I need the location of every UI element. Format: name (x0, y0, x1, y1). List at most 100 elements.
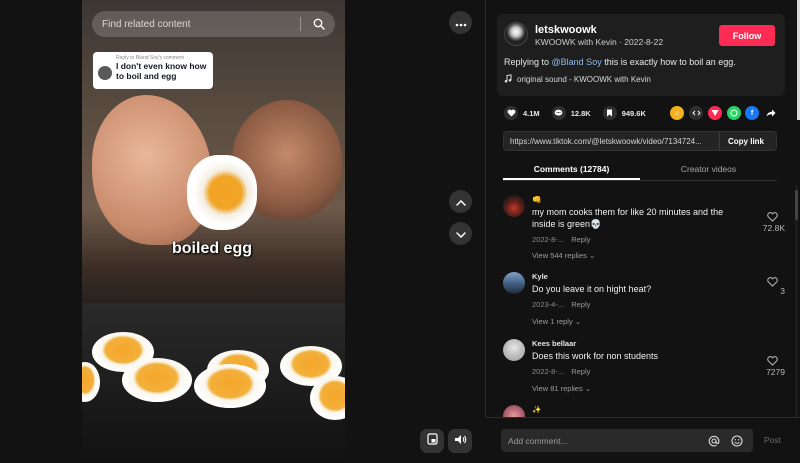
share-link-url[interactable]: https://www.tiktok.com/@letskwoowk/video… (504, 137, 719, 146)
video-caption: boiled egg (172, 240, 252, 257)
volume-icon (454, 432, 467, 450)
panel-tabs: Comments (12784) Creator videos (503, 160, 777, 181)
facebook-share-icon[interactable]: f (745, 106, 759, 120)
direct-message-share-icon[interactable] (708, 106, 722, 120)
comment-icon (554, 104, 563, 122)
search-icon[interactable] (309, 14, 329, 34)
share-link-box: https://www.tiktok.com/@letskwoowk/video… (503, 131, 777, 151)
commenter-avatar[interactable] (503, 195, 525, 217)
commenter-avatar[interactable] (503, 272, 525, 294)
comment-date: 2022-8-... (532, 235, 565, 244)
bookmark-icon (606, 104, 613, 122)
description-suffix: this is exactly how to boil an egg. (601, 57, 736, 67)
chevron-up-icon (455, 193, 466, 211)
view-replies-label: View 81 replies (532, 384, 583, 393)
commenter-name[interactable]: 👊 (532, 195, 541, 204)
comment-date: 2022-8-... (532, 367, 565, 376)
chevron-down-icon (455, 225, 466, 243)
more-share-icon[interactable] (764, 106, 778, 120)
next-video-button[interactable] (449, 222, 472, 245)
like-button[interactable] (504, 106, 518, 120)
comment-like-button[interactable] (765, 274, 779, 292)
comment-input-placeholder: Add comment... (508, 435, 568, 446)
post-date: 2022-8-22 (624, 37, 664, 47)
embed-share-icon[interactable]: ⌂ (670, 106, 684, 120)
comment-item: 👊 my mom cooks them for like 20 minutes … (485, 195, 800, 265)
copy-link-button[interactable]: Copy link (719, 132, 764, 150)
chevron-down-icon: ⌄ (589, 251, 596, 260)
mention-link[interactable]: @Bland Soy (552, 57, 602, 67)
description-prefix: Replying to (504, 57, 552, 67)
reply-button[interactable]: Reply (571, 367, 590, 376)
view-replies-button[interactable]: View 1 reply ⌄ (532, 317, 581, 326)
picture-in-picture-button[interactable] (420, 429, 444, 453)
post-comment-button[interactable]: Post (764, 435, 781, 445)
video-stage: Find related content Reply to Bland Soy'… (0, 0, 485, 463)
picture-in-picture-icon (426, 432, 438, 450)
comment-like-count: 72.8K (762, 223, 785, 233)
commenter-avatar[interactable] (503, 405, 525, 417)
heart-outline-icon (766, 274, 778, 291)
comment-meta: 2023-4-... Reply (532, 300, 590, 309)
comment-text: Do you leave it on hight heat? (532, 284, 652, 294)
sound-link[interactable]: original sound - KWOOWK with Kevin (504, 74, 651, 85)
mention-at-icon[interactable] (707, 434, 721, 448)
view-replies-button[interactable]: View 544 replies ⌄ (532, 251, 595, 260)
related-search-bar[interactable]: Find related content (92, 11, 335, 37)
previous-video-button[interactable] (449, 190, 472, 213)
music-note-icon (504, 74, 512, 85)
comment-like-count: 3 (780, 286, 785, 296)
comment-meta: 2022-8-... Reply (532, 235, 590, 244)
reply-button[interactable]: Reply (571, 235, 590, 244)
commenter-name[interactable]: Kees bellaar (532, 339, 576, 348)
video-description: Replying to @Bland Soy this is exactly h… (504, 57, 736, 67)
sound-name: original sound - KWOOWK with Kevin (517, 75, 651, 84)
more-options-button[interactable] (449, 11, 472, 34)
follow-button[interactable]: Follow (719, 25, 775, 46)
reply-avatar (98, 66, 112, 80)
save-button[interactable] (602, 104, 617, 122)
tab-comments[interactable]: Comments (12784) (503, 160, 640, 180)
video-egg (122, 358, 192, 402)
comment-list: 👊 my mom cooks them for like 20 minutes … (485, 185, 800, 417)
more-icon (455, 14, 467, 32)
author-username[interactable]: letskwoowk (535, 24, 597, 36)
save-count: 949.6K (621, 108, 646, 118)
code-share-icon[interactable] (689, 106, 703, 120)
whatsapp-share-icon[interactable] (727, 106, 741, 120)
tab-creator-videos[interactable]: Creator videos (640, 160, 777, 180)
author-avatar[interactable] (504, 22, 528, 46)
comment-date: 2023-4-... (532, 300, 565, 309)
comment-item: ✨ (485, 405, 800, 417)
reply-card-text: I don't even know how to boil and egg (116, 61, 207, 81)
comment-item: Kyle Do you leave it on hight heat? 2023… (485, 272, 800, 334)
engagement-bar: 4.1M 12.8K 949.6K (504, 105, 658, 121)
commenter-name[interactable]: ✨ (532, 405, 541, 414)
comment-count: 12.8K (570, 108, 591, 118)
emoji-icon[interactable] (730, 434, 744, 448)
search-divider (300, 17, 301, 31)
video-egg (194, 364, 266, 408)
view-replies-label: View 1 reply (532, 317, 573, 326)
author-nickname-date: KWOOWK with Kevin · 2022-8-22 (535, 37, 663, 47)
reply-button[interactable]: Reply (571, 300, 590, 309)
chevron-down-icon: ⌄ (584, 384, 592, 393)
chevron-down-icon: ⌄ (574, 317, 582, 326)
view-replies-button[interactable]: View 81 replies ⌄ (532, 384, 591, 393)
related-search-placeholder: Find related content (102, 18, 191, 30)
view-replies-label: View 544 replies (532, 251, 587, 260)
video-egg-held (187, 155, 257, 230)
commenter-name[interactable]: Kyle (532, 272, 548, 281)
tiktok-video-page: Find related content Reply to Bland Soy'… (0, 0, 800, 463)
comment-meta: 2022-8-... Reply (532, 367, 590, 376)
comment-button[interactable] (551, 104, 566, 122)
author-nickname: KWOOWK with Kevin (535, 37, 617, 47)
comment-like-count: 7279 (766, 367, 785, 377)
comment-scrollbar-thumb[interactable] (795, 190, 798, 220)
heart-icon (507, 104, 516, 122)
reply-comment-sticker: Reply to Bland Soy's comment I don't eve… (93, 52, 213, 89)
comment-text: my mom cooks them for like 20 minutes an… (532, 207, 724, 229)
commenter-avatar[interactable] (503, 339, 525, 361)
comment-input[interactable]: Add comment... (501, 429, 753, 452)
volume-button[interactable] (448, 429, 472, 453)
